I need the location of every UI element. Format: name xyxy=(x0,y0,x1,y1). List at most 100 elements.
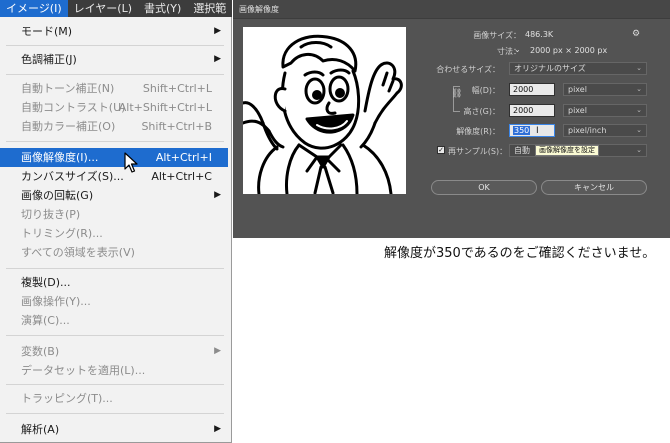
menu-item-trim[interactable]: トリミング(R)... xyxy=(0,224,228,243)
cartoon-character-illustration xyxy=(241,34,403,196)
menu-item-auto-tone[interactable]: 自動トーン補正(N) Shift+Ctrl+L xyxy=(0,79,228,98)
submenu-arrow-icon: ▶ xyxy=(214,424,221,434)
menu-item-crop[interactable]: 切り抜き(P) xyxy=(0,205,228,224)
width-unit-value: pixel xyxy=(568,85,587,94)
menu-separator xyxy=(6,384,224,385)
dimensions-chevron-icon[interactable]: ⌄ xyxy=(514,45,521,54)
menu-item-label: モード(M) xyxy=(21,25,73,38)
menu-separator xyxy=(6,268,224,269)
image-size-value: 486.3K xyxy=(525,30,554,39)
menubar: イメージ(I) レイヤー(L) 書式(Y) 選択範 xyxy=(0,0,232,17)
menubar-layer[interactable]: レイヤー(L) xyxy=(68,0,138,17)
menu-item-auto-color[interactable]: 自動カラー補正(O) Shift+Ctrl+B xyxy=(0,117,228,136)
chevron-down-icon: ⌄ xyxy=(636,64,642,72)
resolution-unit-dropdown[interactable]: pixel/inch ⌄ xyxy=(563,124,647,137)
image-menu: モード(M) ▶ 色調補正(J) ▶ 自動トーン補正(N) Shift+Ctrl… xyxy=(0,17,232,443)
menu-item-label: トリミング(R)... xyxy=(21,227,103,240)
image-preview[interactable] xyxy=(241,27,406,196)
menubar-type[interactable]: 書式(Y) xyxy=(138,0,187,17)
chevron-down-icon: ⌄ xyxy=(636,85,642,93)
menu-separator xyxy=(6,141,224,142)
resolution-unit-value: pixel/inch xyxy=(568,126,607,135)
menu-item-apply-data-set[interactable]: データセットを適用(L)... xyxy=(0,361,228,380)
menu-item-mode[interactable]: モード(M) ▶ xyxy=(0,22,228,41)
menu-item-label: 色調補正(J) xyxy=(21,53,77,66)
menu-item-label: すべての領域を表示(V) xyxy=(21,246,135,259)
resample-value: 自動 xyxy=(514,146,530,155)
image-size-dialog: 画像解像度 画像サイズ： 486.3K ⚙ 寸法： ⌄ 2000 px × 20… xyxy=(233,0,670,238)
menu-item-shortcut: Alt+Shift+Ctrl+L xyxy=(118,101,212,114)
cancel-button[interactable]: キャンセル xyxy=(541,180,647,195)
submenu-arrow-icon: ▶ xyxy=(214,190,221,200)
menu-item-label: 複製(D)... xyxy=(21,276,71,289)
menu-item-label: 自動コントラスト(U) xyxy=(21,101,126,114)
menubar-select[interactable]: 選択範 xyxy=(187,0,232,17)
gear-icon[interactable]: ⚙ xyxy=(632,29,640,39)
resample-checkbox[interactable]: ✓ xyxy=(437,146,445,154)
ok-button[interactable]: OK xyxy=(431,180,537,195)
menu-item-duplicate[interactable]: 複製(D)... xyxy=(0,273,228,292)
width-label: 幅(D)： xyxy=(471,86,500,95)
link-icon[interactable]: ⛓ xyxy=(451,89,462,99)
menubar-image[interactable]: イメージ(I) xyxy=(0,0,68,17)
height-unit-value: pixel xyxy=(568,106,587,115)
menu-item-canvas-size[interactable]: カンバスサイズ(S)... Alt+Ctrl+C xyxy=(0,167,228,186)
width-unit-dropdown[interactable]: pixel ⌄ xyxy=(563,83,647,96)
width-input[interactable]: 2000 xyxy=(509,83,555,96)
menu-item-analysis[interactable]: 解析(A) ▶ xyxy=(0,420,228,439)
menu-item-label: 切り抜き(P) xyxy=(21,208,81,221)
image-size-label: 画像サイズ： xyxy=(473,31,521,40)
menu-item-label: 画像の回転(G) xyxy=(21,189,94,202)
menu-item-label: 解析(A) xyxy=(21,423,60,436)
dialog-title: 画像解像度 xyxy=(239,5,279,14)
text-cursor-icon: I xyxy=(536,126,539,136)
instruction-caption: 解像度が350であるのをご確認くださいませ。 xyxy=(384,246,656,261)
height-input[interactable]: 2000 xyxy=(509,104,555,117)
mouse-pointer-icon xyxy=(124,152,138,173)
resolution-value: 350 xyxy=(513,126,531,135)
submenu-arrow-icon: ▶ xyxy=(214,54,221,64)
tooltip: 画像解像度を設定 xyxy=(535,145,599,156)
menu-separator xyxy=(6,45,224,46)
menu-item-shortcut: Alt+Ctrl+C xyxy=(151,170,212,183)
fit-to-dropdown[interactable]: オリジナルのサイズ ⌄ xyxy=(509,62,647,75)
menu-item-shortcut: Alt+Ctrl+I xyxy=(155,151,212,164)
menu-item-reveal-all[interactable]: すべての領域を表示(V) xyxy=(0,243,228,262)
menu-separator xyxy=(6,413,224,414)
menu-item-image-rotation[interactable]: 画像の回転(G) ▶ xyxy=(0,186,228,205)
menu-item-label: 自動カラー補正(O) xyxy=(21,120,116,133)
chevron-down-icon: ⌄ xyxy=(636,126,642,134)
menu-item-label: カンバスサイズ(S)... xyxy=(21,170,124,183)
menu-item-variables[interactable]: 変数(B) ▶ xyxy=(0,342,228,361)
fit-to-value: オリジナルのサイズ xyxy=(514,64,586,73)
menu-item-adjustments[interactable]: 色調補正(J) ▶ xyxy=(0,50,228,69)
resample-label: 再サンプル(S)： xyxy=(448,147,508,156)
menu-separator xyxy=(6,335,224,336)
menu-item-apply-image[interactable]: 画像操作(Y)... xyxy=(0,292,228,311)
dimensions-value: 2000 px × 2000 px xyxy=(530,46,608,55)
menu-separator xyxy=(6,74,224,75)
resolution-input[interactable]: 350 xyxy=(509,124,555,137)
submenu-arrow-icon: ▶ xyxy=(214,26,221,36)
menu-item-label: 画像解像度(I)... xyxy=(21,151,99,164)
menu-item-label: 画像操作(Y)... xyxy=(21,295,91,308)
menu-item-trap[interactable]: トラッピング(T)... xyxy=(0,389,228,408)
menu-item-label: 変数(B) xyxy=(21,345,60,358)
menu-item-label: 自動トーン補正(N) xyxy=(21,82,115,95)
menu-item-calculations[interactable]: 演算(C)... xyxy=(0,311,228,330)
menu-item-image-size[interactable]: 画像解像度(I)... Alt+Ctrl+I xyxy=(0,148,228,167)
dialog-title-bar[interactable]: 画像解像度 xyxy=(233,0,670,19)
menu-item-label: 演算(C)... xyxy=(21,314,70,327)
resolution-label: 解像度(R)： xyxy=(456,127,500,136)
submenu-arrow-icon: ▶ xyxy=(214,346,221,356)
menu-item-auto-contrast[interactable]: 自動コントラスト(U) Alt+Shift+Ctrl+L xyxy=(0,98,228,117)
height-unit-dropdown[interactable]: pixel ⌄ xyxy=(563,104,647,117)
menu-item-label: データセットを適用(L)... xyxy=(21,364,146,377)
fit-to-label: 合わせるサイズ： xyxy=(436,65,500,74)
chevron-down-icon: ⌄ xyxy=(636,146,642,154)
height-label: 高さ(G)： xyxy=(463,107,500,116)
chevron-down-icon: ⌄ xyxy=(636,106,642,114)
menu-item-shortcut: Shift+Ctrl+B xyxy=(141,120,212,133)
menu-item-label: トラッピング(T)... xyxy=(21,392,113,405)
menu-item-shortcut: Shift+Ctrl+L xyxy=(142,82,212,95)
